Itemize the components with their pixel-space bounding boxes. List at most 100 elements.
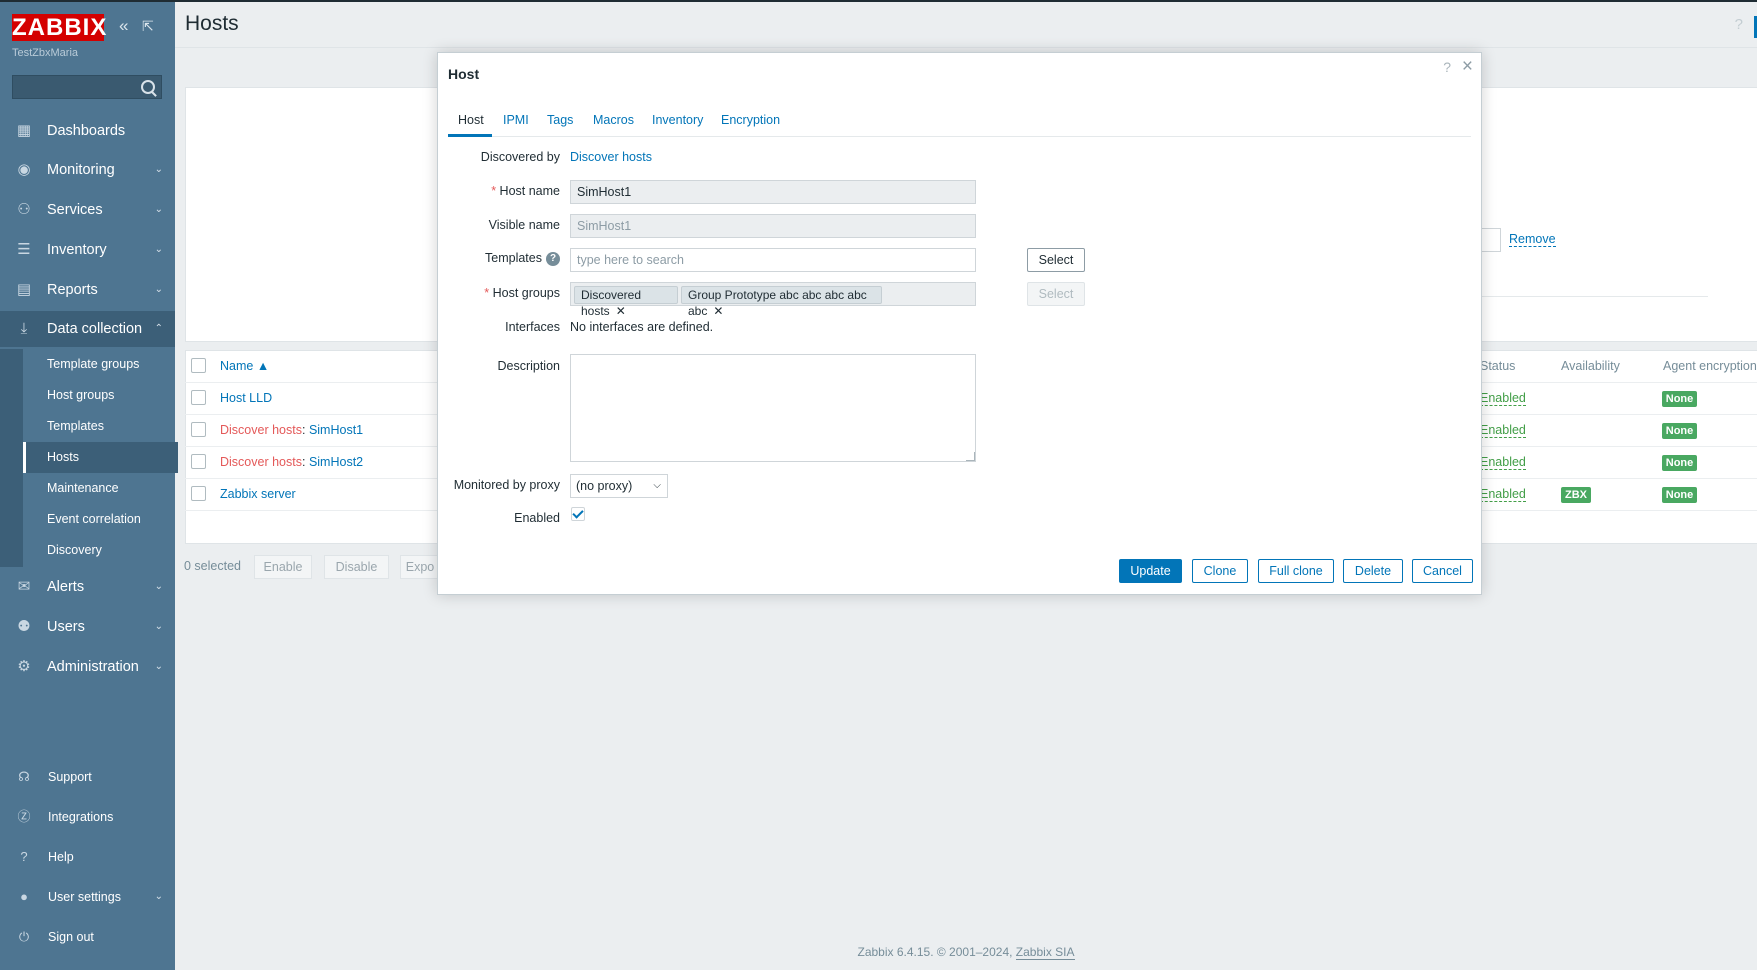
tab-inventory[interactable]: Inventory: [652, 113, 703, 127]
submenu-item-host-groups[interactable]: Host groups: [23, 380, 175, 411]
collapse-sidebar-icon[interactable]: «: [119, 16, 128, 36]
submenu-item-template-groups[interactable]: Template groups: [23, 349, 175, 380]
cancel-button[interactable]: Cancel: [1412, 559, 1473, 583]
description-textarea[interactable]: [570, 354, 976, 462]
row-checkbox[interactable]: [191, 422, 206, 437]
enable-button[interactable]: Enable: [254, 555, 312, 579]
close-icon[interactable]: ×: [1462, 56, 1473, 78]
row-checkbox[interactable]: [191, 454, 206, 469]
services-icon: ⚇: [17, 201, 31, 218]
chevron-down-icon: ⌄: [154, 204, 163, 215]
menu-reports[interactable]: ▤ Reports ⌄: [0, 272, 175, 308]
status-toggle[interactable]: Enabled: [1480, 455, 1526, 470]
footer: Zabbix 6.4.15. © 2001–2024, Zabbix SIA: [0, 945, 1757, 960]
menu-label: Inventory: [47, 242, 107, 258]
full-clone-button[interactable]: Full clone: [1258, 559, 1334, 583]
menu-alerts[interactable]: ✉ Alerts ⌄: [0, 569, 175, 605]
host-name-field[interactable]: SimHost1: [570, 180, 976, 204]
templates-search-input[interactable]: type here to search: [570, 248, 976, 272]
tab-tags[interactable]: Tags: [547, 113, 573, 127]
submenu-item-hosts[interactable]: Hosts: [23, 442, 178, 473]
menu-dashboards[interactable]: ▦ Dashboards: [0, 113, 175, 149]
templates-help-icon[interactable]: ?: [546, 251, 560, 266]
remove-chip-icon[interactable]: ✕: [713, 304, 723, 318]
menu-user-settings[interactable]: ● User settings ⌄: [0, 879, 175, 915]
update-button[interactable]: Update: [1119, 559, 1182, 583]
footer-vendor-link[interactable]: Zabbix SIA: [1015, 945, 1075, 960]
enabled-checkbox[interactable]: [571, 507, 585, 521]
chevron-down-icon: ⌄: [154, 164, 163, 175]
host-name-label-text: Host name: [499, 184, 560, 198]
menu-help[interactable]: ? Help: [0, 839, 175, 875]
templates-select-button[interactable]: Select: [1027, 248, 1085, 272]
status-toggle[interactable]: Enabled: [1480, 487, 1526, 502]
tab-ipmi[interactable]: IPMI: [503, 113, 529, 127]
row-checkbox[interactable]: [191, 486, 206, 501]
enabled-label: Enabled: [514, 511, 560, 525]
column-header-name[interactable]: Name ▲: [220, 359, 269, 373]
menu-monitoring[interactable]: ◉ Monitoring ⌄: [0, 152, 175, 188]
headset-icon: ☊: [18, 769, 30, 784]
clone-button[interactable]: Clone: [1192, 559, 1248, 583]
remove-chip-icon[interactable]: ✕: [616, 304, 626, 318]
host-group-chip: Group Prototype abc abc abc abc abc ✕: [681, 286, 882, 318]
discovery-rule-link[interactable]: Discover hosts: [220, 455, 302, 469]
host-name-link[interactable]: Host LLD: [220, 391, 272, 405]
gear-icon: ⚙: [17, 658, 31, 675]
visible-name-field[interactable]: SimHost1: [570, 214, 976, 238]
menu-inventory[interactable]: ☰ Inventory ⌄: [0, 232, 175, 268]
menu-administration[interactable]: ⚙ Administration ⌄: [0, 649, 175, 685]
select-all-checkbox[interactable]: [191, 358, 206, 373]
status-cell: Enabled: [1480, 391, 1526, 406]
menu-services[interactable]: ⚇ Services ⌄: [0, 192, 175, 228]
proxy-select[interactable]: (no proxy) ⌵: [570, 474, 668, 498]
encryption-badge: None: [1662, 423, 1697, 439]
status-toggle[interactable]: Enabled: [1480, 423, 1526, 438]
host-groups-select-button[interactable]: Select: [1027, 282, 1085, 306]
required-marker: *: [491, 184, 500, 198]
status-toggle[interactable]: Enabled: [1480, 391, 1526, 406]
tab-host[interactable]: Host: [458, 113, 484, 127]
disable-button[interactable]: Disable: [324, 555, 389, 579]
filter-remove-link[interactable]: Remove: [1509, 232, 1556, 247]
discovered-by-link[interactable]: Discover hosts: [570, 150, 652, 164]
menu-support[interactable]: ☊ Support: [0, 759, 175, 795]
submenu-label: Template groups: [47, 357, 140, 371]
resize-grip-icon[interactable]: [966, 452, 975, 461]
help-icon[interactable]: ?: [1735, 16, 1743, 33]
download-icon: ⤓: [20, 320, 28, 337]
help-icon[interactable]: ?: [1443, 59, 1451, 75]
discovery-rule-link[interactable]: Discover hosts: [220, 423, 302, 437]
row-checkbox[interactable]: [191, 390, 206, 405]
discovered-by-label: Discovered by: [480, 150, 560, 164]
delete-button[interactable]: Delete: [1343, 559, 1403, 583]
host-name-link[interactable]: SimHost1: [309, 423, 363, 437]
column-header-status[interactable]: Status: [1480, 359, 1515, 373]
menu-users[interactable]: ⚉ Users ⌄: [0, 609, 175, 645]
status-cell: Enabled: [1480, 423, 1526, 438]
tab-encryption[interactable]: Encryption: [721, 113, 780, 127]
export-button[interactable]: Expo: [400, 555, 440, 579]
host-name-link[interactable]: SimHost2: [309, 455, 363, 469]
tab-macros[interactable]: Macros: [593, 113, 634, 127]
selected-count: 0 selected: [184, 559, 241, 573]
column-header-name-label[interactable]: Name ▲: [220, 359, 269, 373]
menu-integrations[interactable]: Ⓩ Integrations: [0, 799, 175, 835]
search-icon[interactable]: [141, 80, 155, 94]
menu-data-collection[interactable]: ⤓ Data collection ⌃: [0, 311, 175, 347]
submenu-item-discovery[interactable]: Discovery: [23, 535, 175, 566]
host-name-link[interactable]: Zabbix server: [220, 487, 296, 501]
table-row: Discover hosts: SimHost2: [220, 455, 363, 469]
sidebar-search-input[interactable]: [12, 75, 162, 99]
host-groups-multiselect[interactable]: Discovered hosts ✕ Group Prototype abc ab…: [570, 282, 976, 318]
footer-text: Zabbix 6.4.15. © 2001–2024,: [857, 945, 1016, 959]
data-collection-submenu: Template groups Host groups Templates Ho…: [0, 349, 178, 567]
availability-zbx-badge[interactable]: ZBX: [1561, 487, 1591, 503]
menu-label: User settings: [48, 890, 121, 904]
kiosk-mode-icon[interactable]: ⇱: [142, 18, 154, 35]
submenu-item-maintenance[interactable]: Maintenance: [23, 473, 175, 504]
submenu-item-event-correlation[interactable]: Event correlation: [23, 504, 175, 535]
zabbix-logo[interactable]: ZABBIX: [12, 14, 106, 41]
table-row: Host LLD: [220, 391, 272, 405]
submenu-item-templates[interactable]: Templates: [23, 411, 175, 442]
